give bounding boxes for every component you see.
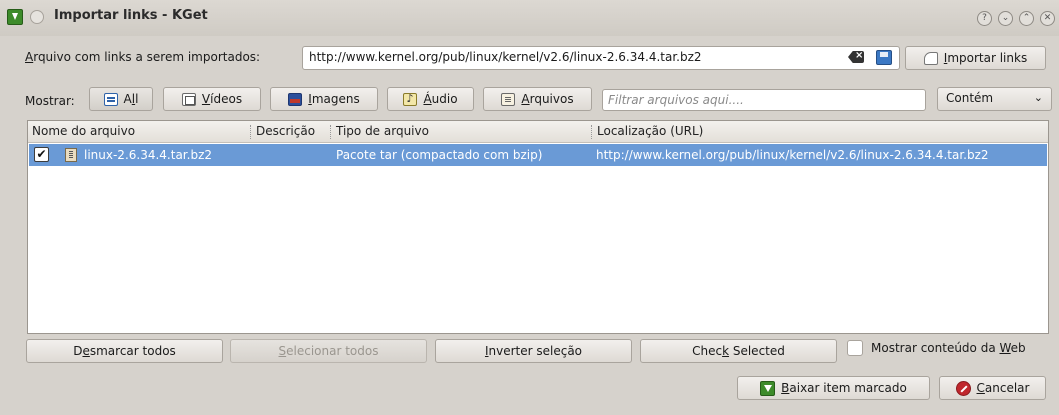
column-separator [591,125,592,139]
table-header: Nome do arquivo Descrição Tipo de arquiv… [28,121,1048,143]
archive-file-icon [65,148,77,162]
import-row: Arquivo com links a serem importados: ht… [0,45,1059,71]
select-all-button[interactable]: Selecionar todos [230,339,427,363]
filter-files-input[interactable]: Filtrar arquivos aqui.... [602,89,926,111]
import-url-input[interactable]: http://www.kernel.org/pub/linux/kernel/v… [302,46,900,70]
links-table[interactable]: Nome do arquivo Descrição Tipo de arquiv… [27,120,1049,334]
show-label: Mostrar: [25,94,75,108]
title-bar: Importar links - KGet ? ⌄ ⌃ ✕ [0,0,1059,36]
column-header-location[interactable]: Localização (URL) [597,124,703,138]
column-header-description[interactable]: Descrição [256,124,315,138]
save-icon[interactable] [876,50,892,65]
import-file-label: Arquivo com links a serem importados: [25,50,261,64]
show-web-content-label[interactable]: Mostrar conteúdo da Web [871,341,1026,355]
match-mode-select[interactable]: Contém ⌄ [937,87,1052,111]
filter-all-button[interactable]: All [89,87,153,111]
video-icon [181,92,196,106]
row-checkbox[interactable]: ✔ [34,147,49,162]
cancel-button[interactable]: Cancelar [939,376,1046,400]
list-icon [103,92,118,106]
import-icon [923,51,938,65]
column-separator [330,125,331,139]
filter-audio-button[interactable]: Áudio [387,87,474,111]
maximize-button[interactable]: ⌃ [1019,11,1034,26]
filter-videos-button[interactable]: Vídeos [163,87,261,111]
help-button[interactable]: ? [977,11,992,26]
table-row[interactable]: ✔ linux-2.6.34.4.tar.bz2 Pacote tar (com… [29,144,1047,166]
column-separator [250,125,251,139]
minimize-button[interactable]: ⌄ [998,11,1013,26]
download-icon [760,380,776,396]
deselect-all-button[interactable]: Desmarcar todos [26,339,223,363]
show-web-content-checkbox[interactable] [847,340,863,356]
close-button[interactable]: ✕ [1040,11,1055,26]
import-links-button[interactable]: Importar links [905,46,1046,70]
window-title: Importar links - KGet [54,8,208,23]
row-location: http://www.kernel.org/pub/linux/kernel/v… [596,148,989,162]
filter-files-button[interactable]: Arquivos [483,87,592,111]
row-file-name: linux-2.6.34.4.tar.bz2 [84,148,212,162]
download-checked-button[interactable]: Baixar item marcado [737,376,930,400]
file-icon [501,92,516,106]
chevron-down-icon: ⌄ [1033,91,1043,104]
kget-app-icon[interactable] [7,9,23,25]
window-menu-icon[interactable] [30,10,44,24]
filter-images-button[interactable]: Imagens [270,87,378,111]
column-header-name[interactable]: Nome do arquivo [32,124,135,138]
column-header-type[interactable]: Tipo de arquivo [336,124,429,138]
invert-selection-button[interactable]: Inverter seleção [435,339,632,363]
image-icon [288,92,303,106]
check-selected-button[interactable]: Check Selected [640,339,837,363]
cancel-icon [955,380,971,396]
row-file-type: Pacote tar (compactado com bzip) [336,148,543,162]
audio-icon [403,92,418,106]
